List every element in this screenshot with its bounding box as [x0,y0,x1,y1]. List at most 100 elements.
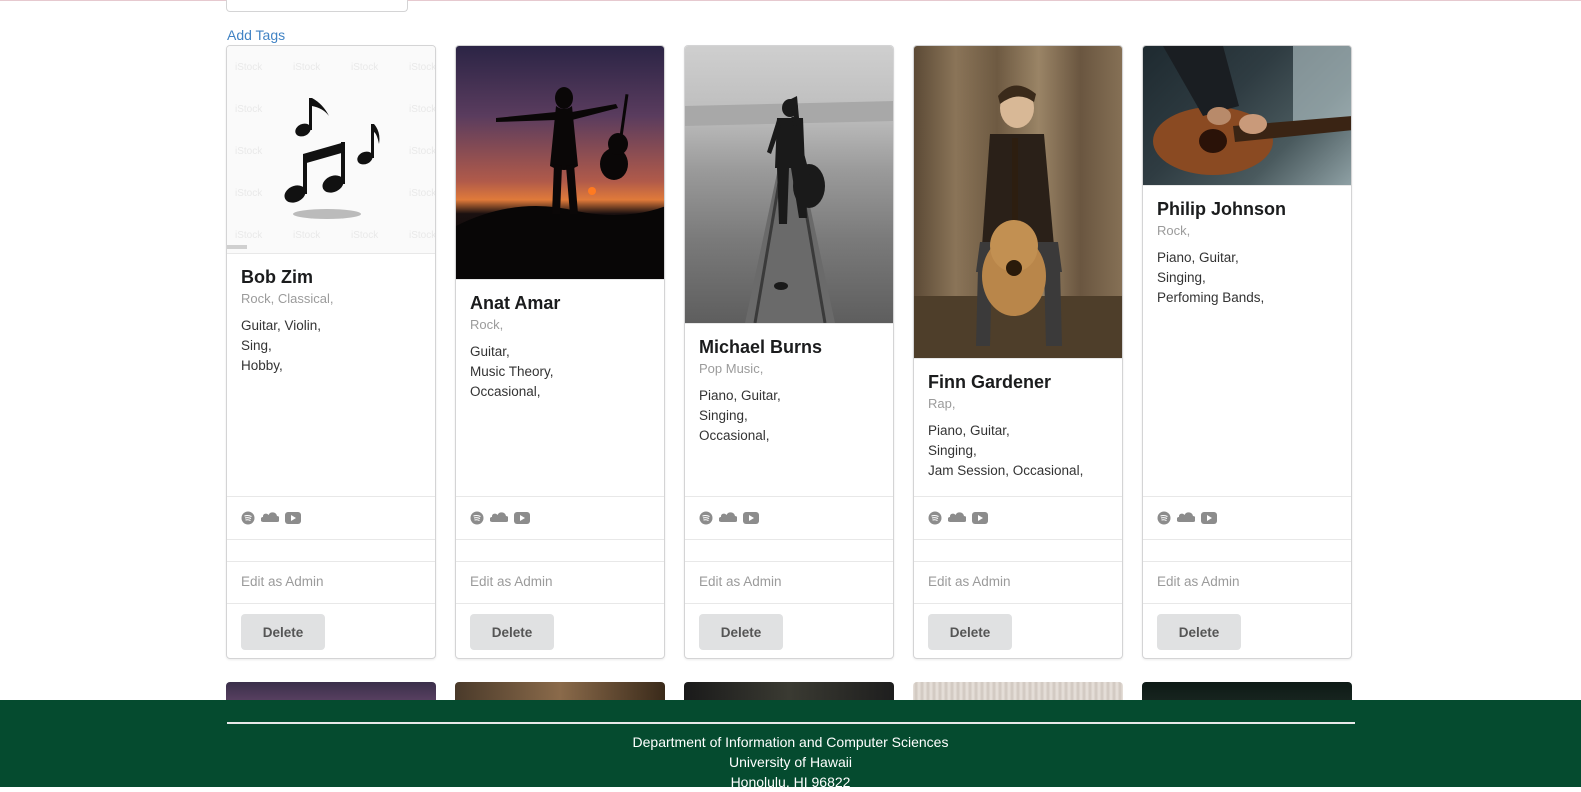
musician-name[interactable]: Anat Amar [470,290,650,316]
youtube-icon[interactable] [1201,512,1217,524]
goal-list: Perfoming Bands, [1157,290,1265,305]
social-links [1143,496,1351,539]
spotify-icon[interactable] [241,511,255,525]
delete-button[interactable]: Delete [241,614,325,650]
profile-card: Philip Johnson Rock, Piano, Guitar, Sing… [1142,45,1352,659]
profile-card: iStock iStock iStock iStock iStock iStock iS… [226,45,436,659]
social-links [227,496,435,539]
edit-as-admin-link[interactable]: Edit as Admin [1143,561,1351,603]
edit-as-admin-link[interactable]: Edit as Admin [456,561,664,603]
svg-text:iStock: iStock [293,62,321,73]
edit-as-admin-link[interactable]: Edit as Admin [227,561,435,603]
footer-department: Department of Information and Computer S… [632,734,949,750]
musician-name[interactable]: Philip Johnson [1157,196,1337,222]
delete-button[interactable]: Delete [928,614,1012,650]
youtube-icon[interactable] [743,512,759,524]
skill-list: Music Theory, [470,364,554,379]
svg-text:iStock: iStock [409,146,435,157]
youtube-icon[interactable] [972,512,988,524]
soundcloud-icon[interactable] [948,512,966,524]
profile-image [685,46,893,323]
svg-text:iStock: iStock [235,188,263,199]
genre-list: Rock, Classical, [241,291,334,306]
svg-text:iStock: iStock [235,62,263,73]
musician-name[interactable]: Michael Burns [699,334,879,360]
profile-card: Michael Burns Pop Music, Piano, Guitar, … [684,45,894,659]
svg-text:iStock: iStock [409,230,435,241]
svg-text:iStock: iStock [351,62,379,73]
site-footer: Department of Information and Computer S… [0,700,1581,790]
profile-image [914,46,1122,358]
spotify-icon[interactable] [699,511,713,525]
youtube-icon[interactable] [285,512,301,524]
card-content: Bob Zim Rock, Classical, Guitar, Violin,… [227,253,435,376]
card-spacer [685,539,893,561]
instrument-list: Guitar, [470,344,510,359]
skill-list: Sing, [241,338,272,353]
card-content: Michael Burns Pop Music, Piano, Guitar, … [685,323,893,446]
soundcloud-icon[interactable] [261,512,279,524]
spotify-icon[interactable] [928,511,942,525]
card-content: Finn Gardener Rap, Piano, Guitar, Singin… [914,358,1122,481]
footer-university: University of Hawaii [729,754,852,770]
profile-image [1143,46,1351,185]
genre-list: Rock, [1157,223,1191,238]
genre-list: Rap, [928,396,956,411]
goal-list: Jam Session, Occasional, [928,463,1084,478]
card-spacer [1143,539,1351,561]
social-links [456,496,664,539]
delete-button[interactable]: Delete [699,614,783,650]
footer-city: Honolulu, HI 96822 [730,774,851,790]
add-tags-link[interactable]: Add Tags [227,27,285,43]
social-links [685,496,893,539]
footer-divider [227,722,1355,724]
instrument-list: Piano, Guitar, [928,423,1010,438]
goal-list: Occasional, [470,384,541,399]
svg-text:iStock: iStock [235,104,263,115]
card-actions: Delete [227,603,435,658]
svg-text:iStock: iStock [409,62,435,73]
card-spacer [914,539,1122,561]
social-links [914,496,1122,539]
footer-address: Department of Information and Computer S… [0,732,1581,792]
soundcloud-icon[interactable] [1177,512,1195,524]
card-spacer [456,539,664,561]
delete-button[interactable]: Delete [1157,614,1241,650]
skill-list: Singing, [928,443,977,458]
genre-list: Pop Music, [699,361,764,376]
delete-button[interactable]: Delete [470,614,554,650]
svg-text:iStock: iStock [409,188,435,199]
card-actions: Delete [456,603,664,658]
genre-list: Rock, [470,317,504,332]
soundcloud-icon[interactable] [490,512,508,524]
edit-as-admin-link[interactable]: Edit as Admin [914,561,1122,603]
card-content: Philip Johnson Rock, Piano, Guitar, Sing… [1143,185,1351,308]
profile-card: Finn Gardener Rap, Piano, Guitar, Singin… [913,45,1123,659]
card-content: Anat Amar Rock, Guitar, Music Theory, Oc… [456,279,664,402]
soundcloud-icon[interactable] [719,512,737,524]
skill-list: Singing, [699,408,748,423]
svg-text:iStock: iStock [293,230,321,241]
skill-list: Singing, [1157,270,1206,285]
musician-name[interactable]: Bob Zim [241,264,421,290]
card-actions: Delete [1143,603,1351,658]
instrument-list: Piano, Guitar, [1157,250,1239,265]
svg-text:iStock: iStock [351,230,379,241]
card-spacer [227,539,435,561]
musician-name[interactable]: Finn Gardener [928,369,1108,395]
profile-card: Anat Amar Rock, Guitar, Music Theory, Oc… [455,45,665,659]
youtube-icon[interactable] [514,512,530,524]
edit-as-admin-link[interactable]: Edit as Admin [685,561,893,603]
svg-text:iStock: iStock [235,230,263,241]
spotify-icon[interactable] [470,511,484,525]
svg-text:iStock: iStock [409,104,435,115]
tag-select-input[interactable] [226,0,408,12]
svg-text:iStock: iStock [235,146,263,157]
instrument-list: Guitar, Violin, [241,318,322,333]
card-actions: Delete [685,603,893,658]
profile-image [456,46,664,279]
spotify-icon[interactable] [1157,511,1171,525]
goal-list: Occasional, [699,428,770,443]
profile-image: iStock iStock iStock iStock iStock iStock iS… [227,46,435,253]
instrument-list: Piano, Guitar, [699,388,781,403]
